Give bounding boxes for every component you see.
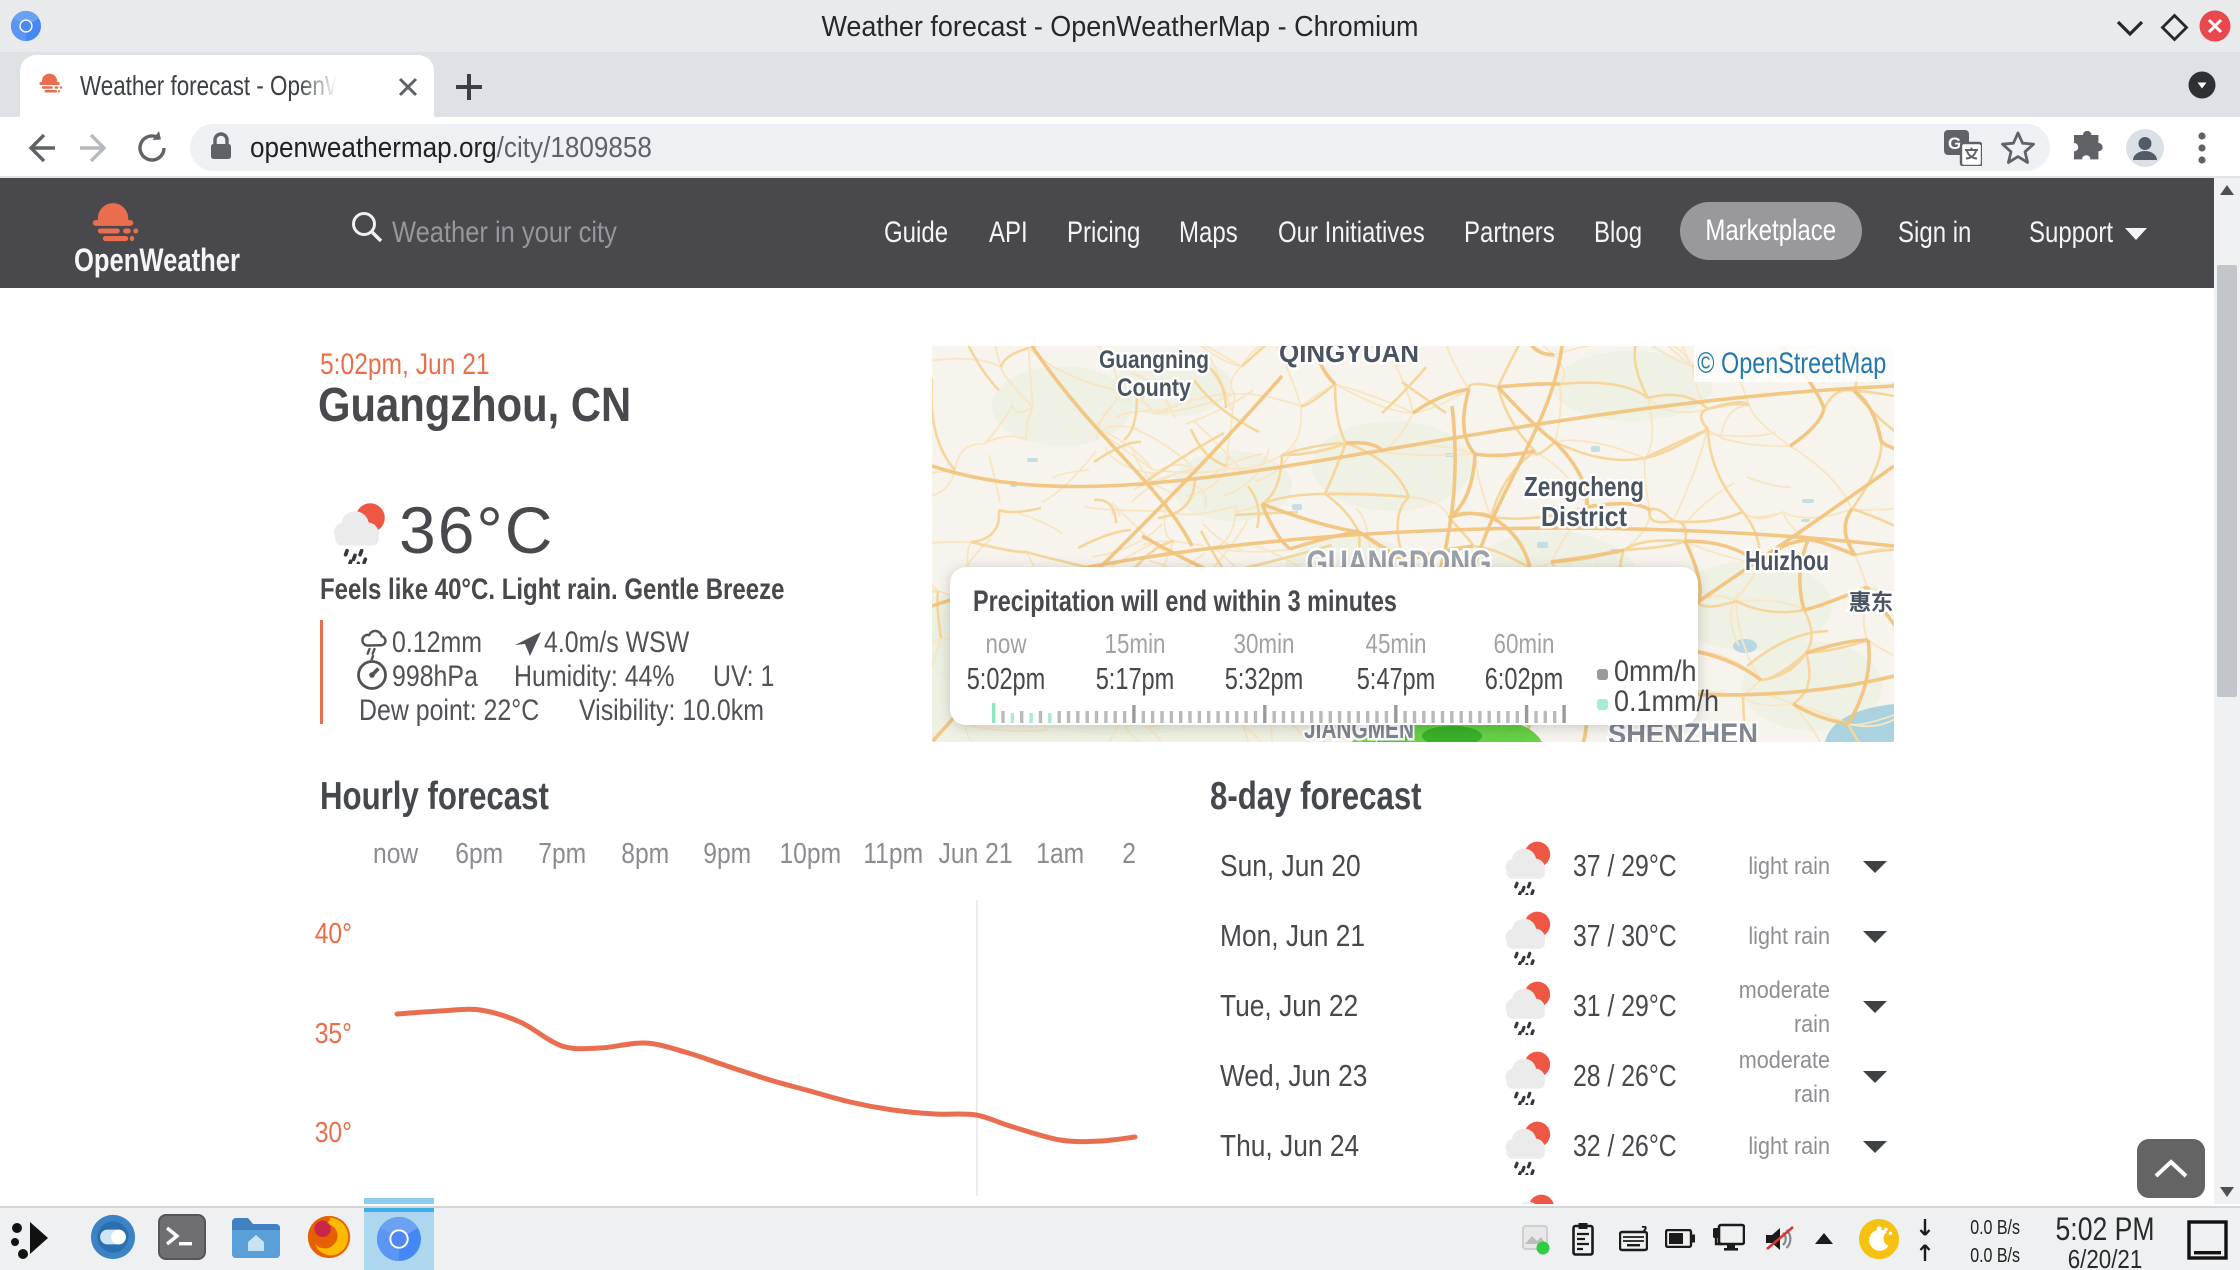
svg-text:Huizhou: Huizhou	[1745, 545, 1829, 576]
svg-text:Zengcheng: Zengcheng	[1524, 471, 1644, 502]
svg-text:County: County	[1117, 374, 1191, 402]
svg-text:District: District	[1541, 501, 1627, 532]
svg-text:惠东县: 惠东县	[1849, 590, 1894, 615]
svg-text:Guangning: Guangning	[1099, 346, 1209, 374]
svg-text:G: G	[1948, 134, 1961, 153]
svg-text:QINGYUAN: QINGYUAN	[1279, 346, 1419, 368]
